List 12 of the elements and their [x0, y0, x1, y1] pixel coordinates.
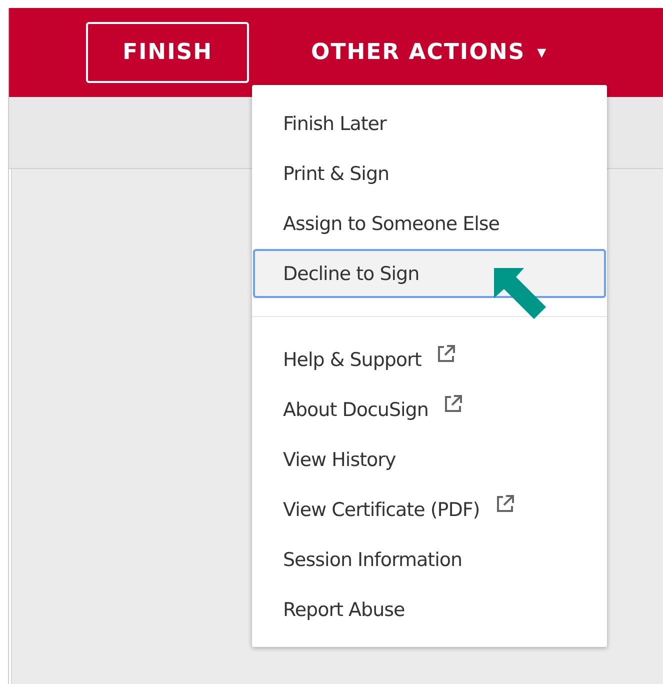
- menu-item[interactable]: Print & Sign: [253, 149, 606, 199]
- menu-item[interactable]: About DocuSign: [253, 385, 606, 435]
- menu-item[interactable]: Report Abuse: [253, 585, 606, 635]
- menu-item[interactable]: Finish Later: [253, 99, 606, 149]
- menu-item[interactable]: Decline to Sign: [253, 249, 606, 298]
- menu-item[interactable]: Assign to Someone Else: [253, 199, 606, 249]
- menu-item[interactable]: View History: [253, 435, 606, 485]
- menu-item[interactable]: Help & Support: [253, 335, 606, 385]
- menu-item[interactable]: Session Information: [253, 535, 606, 585]
- menu-item[interactable]: View Certificate (PDF): [253, 485, 606, 535]
- finish-button[interactable]: FINISH: [86, 22, 249, 83]
- other-actions-button[interactable]: OTHER ACTIONS ▾: [311, 40, 548, 65]
